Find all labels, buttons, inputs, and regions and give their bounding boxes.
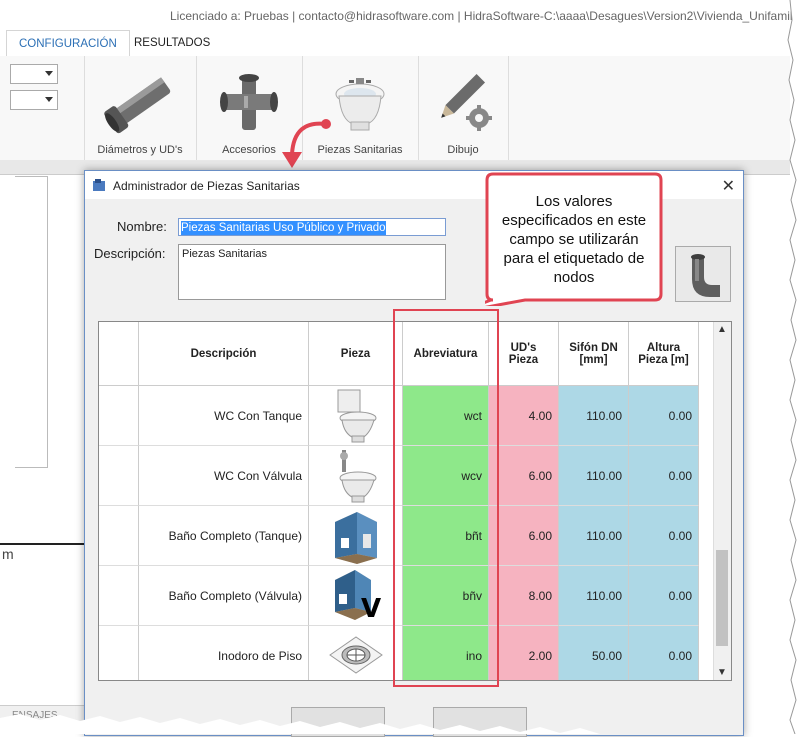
canvas-text: m: [2, 546, 14, 562]
pipe-icon: [104, 77, 171, 134]
dialog-title: Administrador de Piezas Sanitarias: [113, 179, 300, 193]
grid-scrollbar[interactable]: ▲ ▼: [713, 322, 731, 680]
ribbon-group-combos: [0, 56, 85, 160]
descripcion-cell[interactable]: Baño Completo (Válvula): [139, 566, 309, 626]
tab-configuracion[interactable]: CONFIGURACIÓN: [6, 30, 130, 58]
row-header[interactable]: [99, 506, 139, 566]
dibujo-label: Dibujo: [447, 144, 479, 156]
abreviatura-highlight: [393, 309, 499, 687]
dibujo-button[interactable]: Dibujo: [418, 56, 509, 160]
altura-cell[interactable]: 0.00: [629, 446, 699, 506]
drawing-line: [0, 543, 84, 545]
ud-cell[interactable]: 6.00: [489, 506, 559, 566]
sifon-cell[interactable]: 110.00: [559, 386, 629, 446]
pieza-image-button[interactable]: [675, 246, 731, 302]
ud-cell[interactable]: 2.00: [489, 626, 559, 680]
scroll-up-icon[interactable]: ▲: [717, 324, 727, 335]
diametros-button[interactable]: Diámetros y UD's: [84, 56, 197, 160]
altura-cell[interactable]: 0.00: [629, 506, 699, 566]
window-titlebar: Licenciado a: Pruebas | contacto@hidraso…: [0, 0, 807, 30]
col-altura-pieza[interactable]: Altura Pieza [m]: [629, 322, 699, 386]
pieza-cell[interactable]: V: [309, 566, 403, 626]
ud-cell[interactable]: 4.00: [489, 386, 559, 446]
col-ud-pieza[interactable]: UD's Pieza: [489, 322, 559, 386]
ud-cell[interactable]: 8.00: [489, 566, 559, 626]
diametros-label: Diámetros y UD's: [97, 144, 183, 156]
sifon-cell[interactable]: 110.00: [559, 506, 629, 566]
floor-drain-icon: [328, 635, 383, 674]
toilet-tank-icon: [337, 389, 376, 442]
row-header[interactable]: [99, 566, 139, 626]
window-title: Licenciado a: Pruebas | contacto@hidraso…: [170, 9, 807, 23]
toilet-valve-icon: [339, 449, 376, 502]
left-panel: [15, 176, 48, 468]
ud-cell[interactable]: 6.00: [489, 446, 559, 506]
descripcion-label: Descripción:: [94, 246, 166, 261]
col-descripcion[interactable]: Descripción: [139, 322, 309, 386]
col-sifon-dn[interactable]: Sifón DN [mm]: [559, 322, 629, 386]
dialog-button-2[interactable]: [433, 707, 527, 737]
descripcion-cell[interactable]: Baño Completo (Tanque): [139, 506, 309, 566]
app-icon: [93, 179, 105, 191]
tab-resultados[interactable]: RESULTADOS: [122, 30, 222, 56]
elbow-pipe-icon: [691, 254, 720, 297]
row-header[interactable]: [99, 446, 139, 506]
descripcion-cell[interactable]: WC Con Tanque: [139, 386, 309, 446]
close-icon[interactable]: ✕: [722, 176, 735, 196]
pieza-cell[interactable]: [309, 506, 403, 566]
pieza-cell[interactable]: [309, 626, 403, 680]
scroll-thumb[interactable]: [716, 550, 728, 646]
scroll-down-icon[interactable]: ▼: [717, 667, 727, 678]
callout-text: Los valores especificados en este campo …: [501, 193, 647, 286]
sifon-cell[interactable]: 110.00: [559, 566, 629, 626]
descripcion-cell[interactable]: WC Con Válvula: [139, 446, 309, 506]
altura-cell[interactable]: 0.00: [629, 626, 699, 680]
descripcion-field[interactable]: Piezas Sanitarias: [178, 244, 446, 300]
pieza-cell[interactable]: [309, 446, 403, 506]
pencil-gear-icon: [441, 73, 492, 131]
bottom-tab-mensajes[interactable]: ENSAJES: [0, 705, 84, 725]
col-pieza[interactable]: Pieza: [309, 322, 403, 386]
nombre-value: Piezas Sanitarias Uso Público y Privado: [181, 221, 386, 235]
altura-cell[interactable]: 0.00: [629, 386, 699, 446]
valve-marker: V: [361, 594, 382, 624]
altura-cell[interactable]: 0.00: [629, 566, 699, 626]
ribbon-tabs: CONFIGURACIÓN RESULTADOS: [0, 30, 790, 58]
ribbon: Diámetros y UD's Accesorios Piezas Sanit…: [0, 56, 790, 161]
nombre-label: Nombre:: [117, 219, 167, 234]
row-header-corner: [99, 322, 139, 386]
row-header[interactable]: [99, 626, 139, 680]
bathroom-tank-icon: [334, 511, 377, 564]
sifon-cell[interactable]: 50.00: [559, 626, 629, 680]
sifon-cell[interactable]: 110.00: [559, 446, 629, 506]
descripcion-cell[interactable]: Inodoro de Piso: [139, 626, 309, 680]
nombre-field[interactable]: Piezas Sanitarias Uso Público y Privado: [178, 218, 446, 236]
pieza-cell[interactable]: [309, 386, 403, 446]
row-header[interactable]: [99, 386, 139, 446]
dialog-button-1[interactable]: [291, 707, 385, 737]
